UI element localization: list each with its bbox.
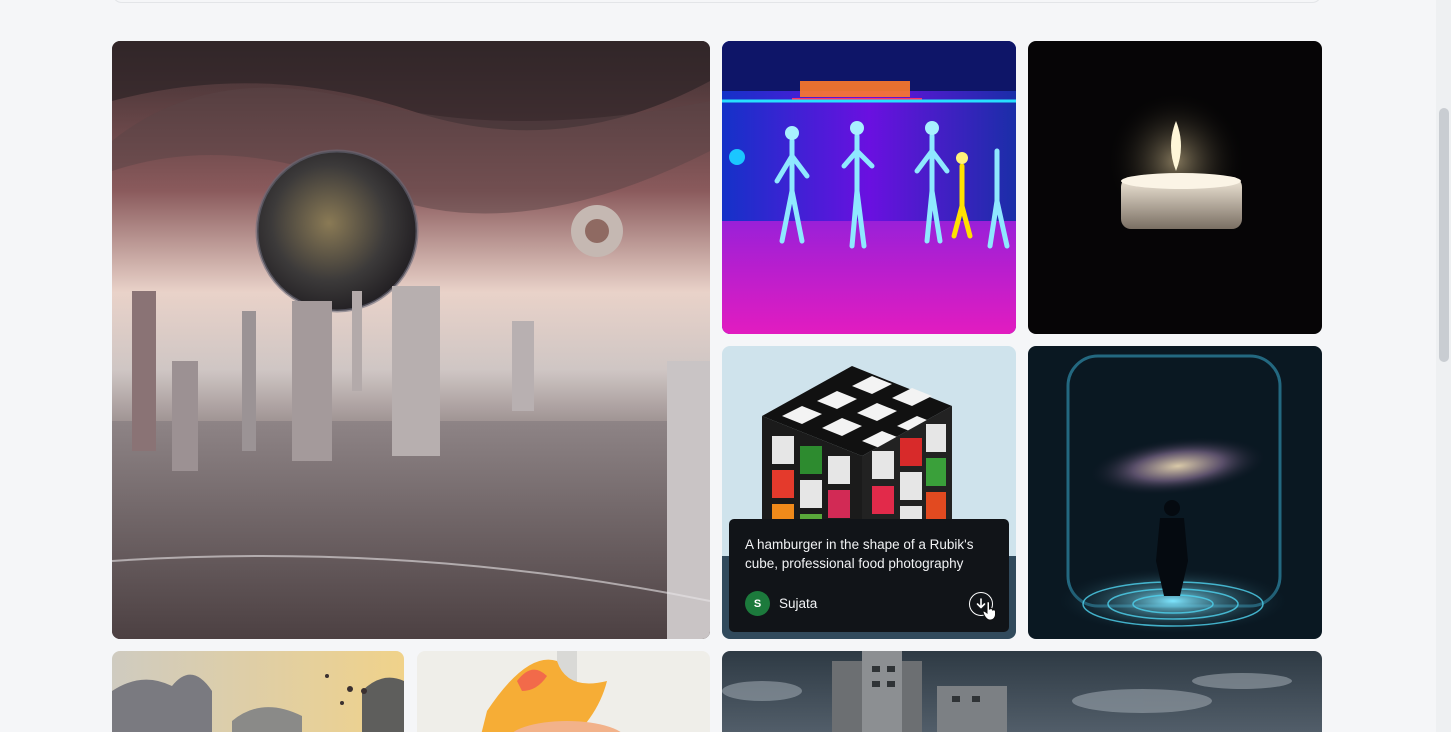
- author-initial: S: [753, 597, 762, 610]
- gallery-image-world[interactable]: [112, 41, 710, 639]
- download-button[interactable]: [969, 591, 996, 620]
- scrollbar-thumb[interactable]: [1439, 108, 1449, 362]
- dancers-image: [722, 41, 1016, 334]
- gallery-image-candle[interactable]: [1028, 41, 1322, 334]
- image-hover-card: A hamburger in the shape of a Rubik's cu…: [729, 519, 1009, 632]
- card-footer: S Sujata: [745, 591, 996, 620]
- city-image: [722, 651, 1322, 732]
- space-portal-image: [1028, 346, 1322, 639]
- page-scrollbar[interactable]: [1436, 0, 1451, 732]
- gallery-image-space-portal[interactable]: [1028, 346, 1322, 639]
- gallery-image-cat[interactable]: [417, 651, 710, 732]
- gallery-image-mountains[interactable]: [112, 651, 404, 732]
- gallery-image-dancers[interactable]: [722, 41, 1016, 334]
- prompt-text: A hamburger in the shape of a Rubik's cu…: [745, 537, 974, 571]
- image-gallery: [0, 0, 1451, 732]
- gallery-image-city[interactable]: [722, 651, 1322, 732]
- hand-cursor-icon: [982, 600, 996, 620]
- author-name[interactable]: Sujata: [779, 596, 817, 611]
- candle-image: [1028, 41, 1322, 334]
- author-avatar[interactable]: S: [745, 591, 770, 616]
- world-image: [112, 41, 710, 639]
- mountains-image: [112, 651, 404, 732]
- cat-image: [417, 651, 710, 732]
